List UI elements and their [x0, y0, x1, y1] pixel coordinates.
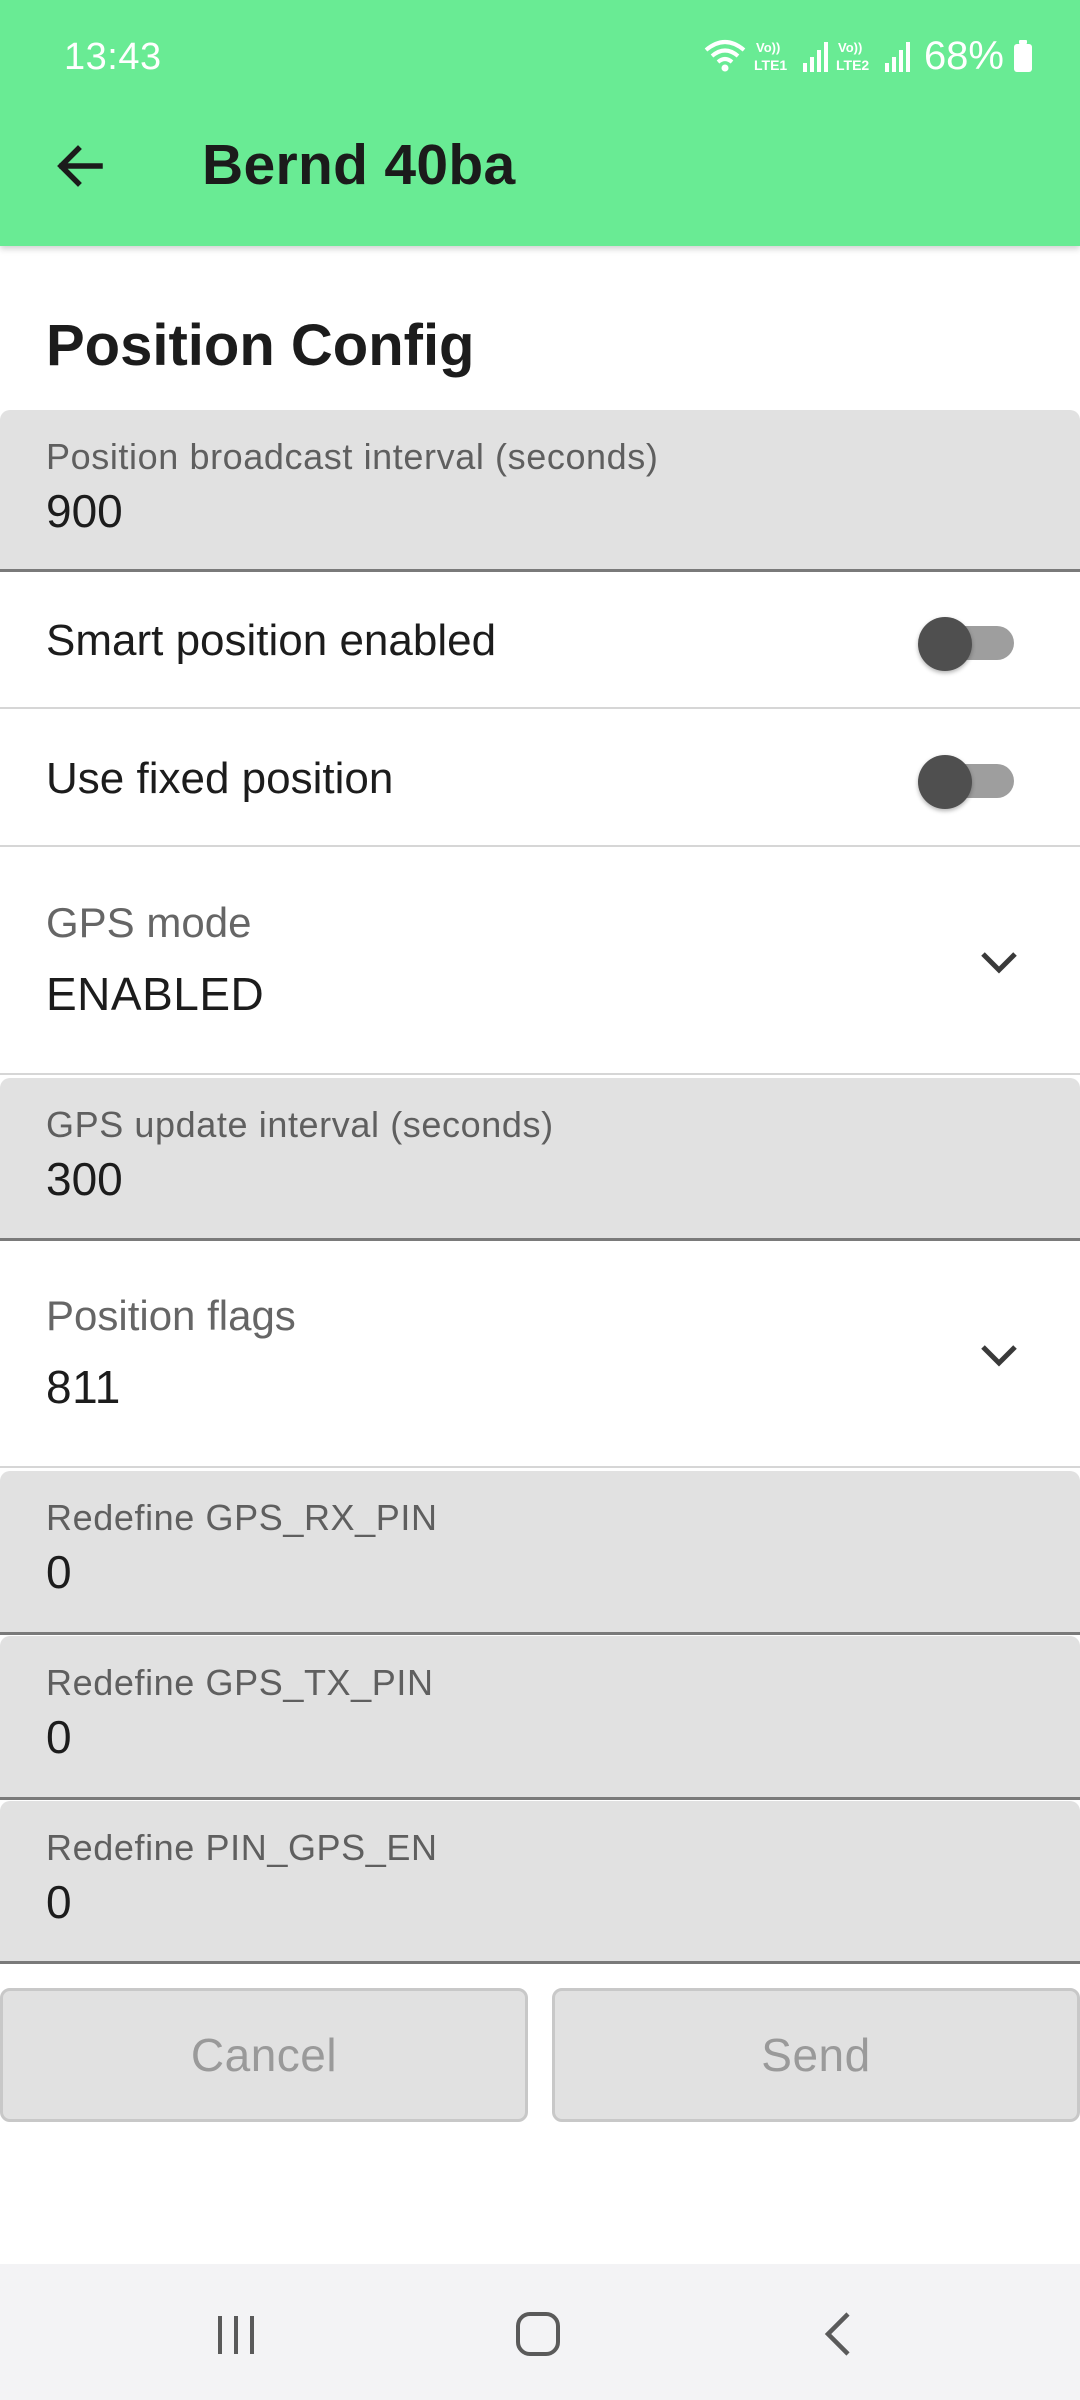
fixed-position-label: Use fixed position: [46, 754, 394, 803]
field-label: Redefine PIN_GPS_EN: [46, 1827, 438, 1868]
top-app-bar: 13:43 Vo)) LTE1 Vo)) LTE2 68% Bernd 40ba: [0, 0, 1080, 246]
switch-thumb: [918, 755, 972, 809]
smart-position-label: Smart position enabled: [46, 616, 497, 665]
fixed-position-switch[interactable]: [918, 755, 1016, 809]
wifi-icon: [704, 40, 746, 72]
field-label: Position broadcast interval (seconds): [46, 436, 659, 477]
signal-icon: [802, 42, 828, 72]
nav-back-icon: [824, 2312, 850, 2356]
recent-apps-icon: [218, 2316, 254, 2354]
gps-tx-pin-field[interactable]: Redefine GPS_TX_PIN 0: [0, 1636, 1080, 1800]
gps-mode-value: ENABLED: [46, 968, 265, 1020]
field-value: 0: [46, 1546, 72, 1598]
gps-rx-pin-field[interactable]: Redefine GPS_RX_PIN 0: [0, 1471, 1080, 1635]
field-label: Redefine GPS_RX_PIN: [46, 1497, 438, 1538]
switch-thumb: [918, 617, 972, 671]
recent-apps-button[interactable]: [196, 2294, 276, 2374]
status-icons: Vo)) LTE1 Vo)) LTE2 68%: [704, 30, 1034, 82]
field-value: 0: [46, 1711, 72, 1763]
app-bar-title: Bernd 40ba: [202, 133, 516, 197]
system-nav-bar: [0, 2264, 1080, 2400]
gps-update-interval-field[interactable]: GPS update interval (seconds) 300: [0, 1078, 1080, 1241]
volte-lte1-icon: Vo)) LTE1: [754, 40, 787, 73]
broadcast-interval-field[interactable]: Position broadcast interval (seconds) 90…: [0, 410, 1080, 572]
svg-text:LTE1: LTE1: [754, 57, 787, 73]
field-label: GPS update interval (seconds): [46, 1104, 554, 1145]
cancel-button[interactable]: Cancel: [0, 1988, 528, 2122]
signal-icon: [884, 42, 910, 72]
field-value: 900: [46, 485, 123, 537]
screen: 13:43 Vo)) LTE1 Vo)) LTE2 68% Bernd 40ba…: [0, 0, 1080, 2400]
smart-position-row: Smart position enabled: [0, 573, 1080, 709]
position-flags-label: Position flags: [46, 1292, 296, 1339]
smart-position-switch[interactable]: [918, 617, 1016, 671]
back-button[interactable]: [40, 126, 120, 206]
pin-gps-en-field[interactable]: Redefine PIN_GPS_EN 0: [0, 1801, 1080, 1964]
section-title: Position Config: [46, 313, 475, 378]
volte-lte2-icon: Vo)) LTE2: [836, 40, 869, 73]
battery-icon: [1014, 40, 1032, 72]
status-time: 13:43: [64, 36, 162, 78]
chevron-down-icon: [981, 1345, 1017, 1367]
svg-text:Vo)): Vo)): [838, 40, 862, 55]
field-value: 0: [46, 1876, 72, 1928]
field-value: 300: [46, 1153, 123, 1205]
position-flags-dropdown[interactable]: Position flags 811: [0, 1242, 1080, 1468]
arrow-back-icon: [57, 145, 103, 187]
battery-percentage: 68%: [923, 33, 1004, 78]
svg-text:LTE2: LTE2: [836, 57, 869, 73]
nav-back-button[interactable]: [800, 2294, 880, 2374]
fixed-position-row: Use fixed position: [0, 711, 1080, 847]
field-label: Redefine GPS_TX_PIN: [46, 1662, 434, 1703]
home-button[interactable]: [498, 2294, 578, 2374]
gps-mode-dropdown[interactable]: GPS mode ENABLED: [0, 849, 1080, 1075]
position-flags-value: 811: [46, 1361, 121, 1413]
home-icon: [516, 2312, 560, 2356]
chevron-down-icon: [981, 952, 1017, 974]
gps-mode-label: GPS mode: [46, 899, 252, 946]
svg-text:Vo)): Vo)): [756, 40, 780, 55]
send-button[interactable]: Send: [552, 1988, 1080, 2122]
